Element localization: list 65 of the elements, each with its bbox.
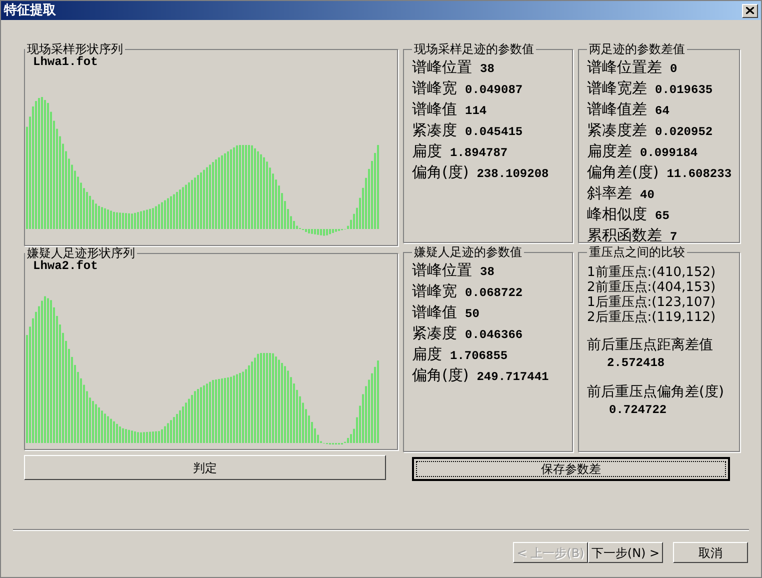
param-value: 65 — [655, 208, 670, 225]
pressure-point: 2前重压点:(404,153) — [587, 280, 716, 295]
param-label: 偏角(度) — [412, 163, 469, 182]
param-value: 0.049087 — [465, 82, 523, 99]
nav-button[interactable]: 下一步(N) > — [588, 542, 663, 563]
close-icon — [746, 7, 754, 14]
param-label: 偏角(度) — [412, 366, 469, 385]
param-value: 64 — [655, 103, 670, 120]
param-label: 谱峰位置差 — [587, 58, 662, 77]
param-value: 40 — [640, 187, 654, 204]
param-value: 0.099184 — [640, 145, 698, 162]
param-label: 斜率差 — [587, 184, 632, 203]
param-label: 谱峰宽 — [412, 282, 457, 301]
param-value: 11.608233 — [666, 166, 732, 183]
param-value: 249.717441 — [476, 369, 549, 386]
distance-label: 前后重压点距离差值 — [587, 337, 713, 354]
param-label: 紧凑度 — [412, 324, 457, 343]
param-value: 238.109208 — [476, 166, 549, 183]
nav-button[interactable]: 取消 — [673, 542, 748, 563]
param-label: 偏角差(度) — [587, 163, 659, 182]
group-title: 重压点之间的比较 — [588, 245, 686, 259]
param-value: 0.046366 — [465, 327, 523, 344]
param-value: 7 — [670, 229, 678, 246]
group-title: 嫌疑人足迹形状序列 — [26, 246, 136, 260]
angle-label: 前后重压点偏角差(度) — [587, 384, 724, 401]
param-label: 谱峰值 — [412, 100, 457, 119]
param-value: 1.894787 — [450, 145, 508, 162]
param-label: 扁度 — [412, 345, 442, 364]
file-name: Lhwa2.fot — [32, 260, 98, 273]
param-label: 紧凑度 — [412, 121, 457, 140]
file-name: Lhwa1.fot — [32, 56, 98, 69]
param-label: 峰相似度 — [587, 205, 647, 224]
param-value: 1.706855 — [450, 348, 508, 365]
param-value: 0.020952 — [655, 124, 713, 141]
param-value: 0.045415 — [465, 124, 523, 141]
param-label: 扁度 — [412, 142, 442, 161]
close-button[interactable] — [742, 4, 758, 18]
param-value: 0 — [670, 61, 678, 78]
param-value: 50 — [465, 306, 480, 323]
param-label: 谱峰位置 — [412, 261, 472, 280]
group-title: 现场采样形状序列 — [26, 42, 124, 56]
param-label: 谱峰宽差 — [587, 79, 647, 98]
pressure-point: 1前重压点:(410,152) — [587, 265, 716, 280]
param-label: 谱峰值 — [412, 303, 457, 322]
param-value: 0.019635 — [655, 82, 713, 99]
pressure-point: 1后重压点:(123,107) — [587, 295, 716, 310]
distance-value: 2.572418 — [606, 355, 665, 372]
angle-value: 0.724722 — [608, 402, 667, 419]
param-label: 紧凑度差 — [587, 121, 647, 140]
group-title: 嫌疑人足迹的参数值 — [413, 245, 523, 259]
param-label: 扁度差 — [587, 142, 632, 161]
group-title: 两足迹的参数差值 — [588, 42, 686, 56]
window-title: 特征提取 — [4, 2, 56, 20]
param-label: 谱峰值差 — [587, 100, 647, 119]
group-title: 现场采样足迹的参数值 — [413, 42, 535, 56]
param-label: 谱峰位置 — [412, 58, 472, 77]
param-value: 38 — [480, 61, 494, 78]
param-label: 谱峰宽 — [412, 79, 457, 98]
save-button[interactable]: 保存参数差 — [412, 457, 730, 481]
param-label: 累积函数差 — [587, 226, 662, 245]
param-value: 114 — [465, 103, 487, 120]
param-value: 0.068722 — [465, 285, 523, 302]
pressure-point: 2后重压点:(119,112) — [587, 310, 716, 325]
judge-button[interactable]: 判定 — [24, 455, 386, 480]
param-value: 38 — [480, 264, 494, 281]
